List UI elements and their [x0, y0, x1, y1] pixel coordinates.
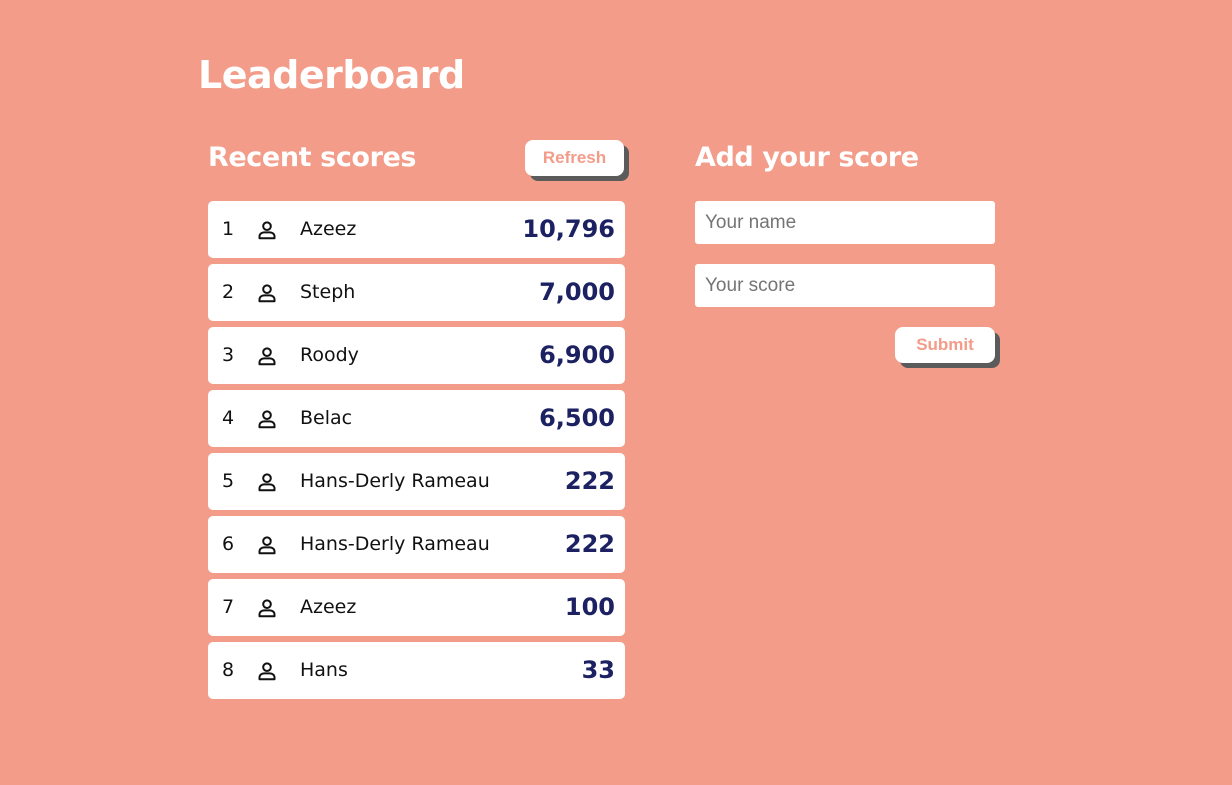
page-title: Leaderboard: [198, 53, 465, 97]
player-name: Hans: [300, 659, 348, 681]
player-name: Azeez: [300, 596, 357, 618]
person-icon: [257, 409, 277, 429]
add-score-panel: Add your score Submit: [695, 138, 1000, 363]
score-value: 100: [564, 593, 615, 621]
person-icon: [257, 346, 277, 366]
rank-number: 3: [222, 344, 235, 366]
player-name: Azeez: [300, 218, 357, 240]
score-row: 1 Azeez 10,796: [208, 201, 625, 258]
person-icon: [257, 598, 277, 618]
person-icon: [257, 535, 277, 555]
score-value: 6,900: [539, 341, 615, 369]
rank-number: 7: [222, 596, 235, 618]
score-row: 3 Roody 6,900: [208, 327, 625, 384]
person-icon: [257, 283, 277, 303]
add-score-title: Add your score: [695, 142, 919, 173]
recent-scores-title: Recent scores: [208, 142, 417, 173]
score-row: 2 Steph 7,000: [208, 264, 625, 321]
score-row: 6 Hans-Derly Rameau 222: [208, 516, 625, 573]
refresh-button[interactable]: Refresh: [525, 140, 624, 176]
rank-number: 1: [222, 218, 235, 240]
person-icon: [257, 661, 277, 681]
add-score-header: Add your score: [695, 138, 1000, 178]
player-name: Steph: [300, 281, 356, 303]
person-icon: [257, 220, 277, 240]
score-value: 6,500: [539, 404, 615, 432]
score-row: 8 Hans 33: [208, 642, 625, 699]
player-name: Roody: [300, 344, 359, 366]
rank-number: 5: [222, 470, 235, 492]
score-row: 4 Belac 6,500: [208, 390, 625, 447]
recent-scores-header: Recent scores Refresh: [208, 138, 625, 178]
rank-number: 8: [222, 659, 235, 681]
submit-button[interactable]: Submit: [895, 327, 995, 363]
score-input[interactable]: [695, 264, 995, 307]
player-name: Hans-Derly Rameau: [300, 470, 490, 492]
score-value: 33: [581, 656, 615, 684]
score-row: 7 Azeez 100: [208, 579, 625, 636]
person-icon: [257, 472, 277, 492]
score-value: 222: [564, 530, 615, 558]
score-row: 5 Hans-Derly Rameau 222: [208, 453, 625, 510]
name-input[interactable]: [695, 201, 995, 244]
rank-number: 4: [222, 407, 235, 429]
score-list: 1 Azeez 10,796 2 Steph 7,000 3 Roody 6,9…: [208, 201, 625, 705]
score-value: 222: [564, 467, 615, 495]
leaderboard-page: Leaderboard Recent scores Refresh 1 Azee…: [0, 0, 1232, 785]
rank-number: 2: [222, 281, 235, 303]
rank-number: 6: [222, 533, 235, 555]
score-value: 7,000: [539, 278, 615, 306]
player-name: Hans-Derly Rameau: [300, 533, 490, 555]
recent-scores-panel: Recent scores Refresh 1 Azeez 10,796 2 S…: [208, 138, 625, 699]
score-value: 10,796: [522, 215, 615, 243]
player-name: Belac: [300, 407, 353, 429]
